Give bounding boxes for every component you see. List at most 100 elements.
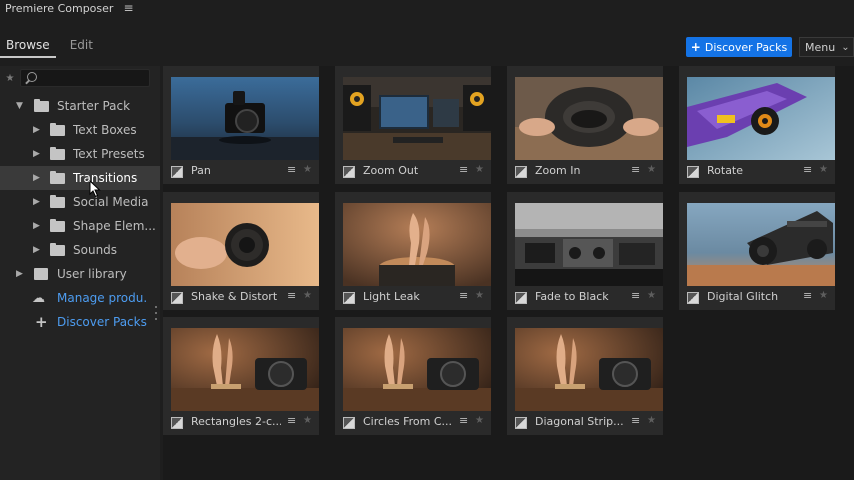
plus-icon: +	[35, 313, 48, 331]
preset-thumbnail[interactable]	[515, 77, 663, 160]
favorite-star-icon[interactable]: ★	[647, 415, 656, 426]
preset-checkbox[interactable]	[343, 166, 355, 178]
preset-thumbnail[interactable]	[171, 203, 319, 286]
discover-packs-link-label: Discover Packs	[57, 315, 147, 329]
preset-name: Rectangles 2-c...	[191, 415, 281, 428]
folder-icon	[50, 218, 65, 232]
favorite-star-icon[interactable]: ★	[303, 164, 312, 175]
preset-checkbox[interactable]	[343, 292, 355, 304]
preset-card-rectangles[interactable]: Rectangles 2-c... ≡ ★	[163, 317, 319, 435]
tree-item-text-boxes[interactable]: ▶ Text Boxes	[0, 118, 160, 142]
preset-checkbox[interactable]	[171, 417, 183, 429]
discover-packs-button[interactable]: + Discover Packs	[686, 37, 792, 57]
favorite-star-icon[interactable]: ★	[475, 164, 484, 175]
preset-card-shake-distort[interactable]: Shake & Distort ≡ ★	[163, 192, 319, 310]
tree-item-user-library[interactable]: ▶ User library	[0, 262, 160, 286]
tree-item-label: Transitions	[73, 171, 138, 185]
favorite-star-icon[interactable]: ★	[303, 290, 312, 301]
tree-item-text-presets[interactable]: ▶ Text Presets	[0, 142, 160, 166]
caret-right-icon[interactable]: ▶	[33, 173, 40, 183]
caret-right-icon[interactable]: ▶	[33, 125, 40, 135]
preset-thumbnail[interactable]	[515, 203, 663, 286]
preset-name: Light Leak	[363, 290, 420, 303]
favorite-star-icon[interactable]: ★	[819, 290, 828, 301]
search-row: ★	[0, 68, 160, 88]
preset-thumbnail[interactable]	[515, 328, 663, 411]
preset-name: Diagonal Strip...	[535, 415, 624, 428]
folder-icon	[50, 122, 65, 136]
preset-checkbox[interactable]	[515, 166, 527, 178]
caret-right-icon[interactable]: ▶	[33, 149, 40, 159]
panel-resize-handle[interactable]	[155, 306, 158, 320]
preset-name: Circles From C...	[363, 415, 453, 428]
preset-card-zoom-out[interactable]: Zoom Out ≡ ★	[335, 66, 491, 184]
discover-packs-link[interactable]: + Discover Packs	[0, 310, 160, 334]
preset-checkbox[interactable]	[171, 166, 183, 178]
tree-item-shape-elements[interactable]: ▶ Shape Elem...	[0, 214, 160, 238]
preset-card-rotate[interactable]: Rotate ≡ ★	[679, 66, 835, 184]
caret-right-icon[interactable]: ▶	[16, 269, 23, 279]
preset-thumbnail[interactable]	[687, 203, 835, 286]
preset-checkbox[interactable]	[515, 417, 527, 429]
tree-item-starter-pack[interactable]: ▼ Starter Pack	[0, 94, 160, 118]
preset-card-fade-to-black[interactable]: Fade to Black ≡ ★	[507, 192, 663, 310]
favorite-star-icon[interactable]: ★	[647, 290, 656, 301]
tree-item-label: Starter Pack	[57, 99, 131, 113]
preset-menu-icon[interactable]: ≡	[287, 289, 296, 302]
preset-thumbnail[interactable]	[343, 328, 491, 411]
preset-card-zoom-in[interactable]: Zoom In ≡ ★	[507, 66, 663, 184]
tree-item-label: Text Presets	[73, 147, 145, 161]
preset-thumbnail[interactable]	[687, 77, 835, 160]
preset-checkbox[interactable]	[687, 292, 699, 304]
preset-checkbox[interactable]	[515, 292, 527, 304]
preset-checkbox[interactable]	[343, 417, 355, 429]
tree-item-transitions[interactable]: ▶ Transitions	[0, 166, 160, 190]
favorite-star-icon[interactable]: ★	[819, 164, 828, 175]
preset-menu-icon[interactable]: ≡	[631, 289, 640, 302]
preset-menu-icon[interactable]: ≡	[631, 414, 640, 427]
caret-down-icon[interactable]: ▼	[16, 101, 23, 111]
preset-card-digital-glitch[interactable]: Digital Glitch ≡ ★	[679, 192, 835, 310]
preset-menu-icon[interactable]: ≡	[287, 414, 296, 427]
tree-item-label: Shape Elem...	[73, 219, 156, 233]
preset-card-light-leak[interactable]: Light Leak ≡ ★	[335, 192, 491, 310]
hamburger-menu-icon[interactable]: ≡	[123, 1, 133, 15]
caret-right-icon[interactable]: ▶	[33, 245, 40, 255]
search-box[interactable]	[20, 69, 150, 87]
caret-right-icon[interactable]: ▶	[33, 197, 40, 207]
library-tree: ▼ Starter Pack ▶ Text Boxes ▶ Text Prese…	[0, 94, 160, 334]
folder-icon	[50, 170, 65, 184]
preset-menu-icon[interactable]: ≡	[459, 163, 468, 176]
preset-menu-icon[interactable]: ≡	[631, 163, 640, 176]
preset-thumbnail[interactable]	[343, 77, 491, 160]
preset-checkbox[interactable]	[171, 292, 183, 304]
tab-edit[interactable]: Edit	[64, 36, 99, 58]
tree-item-social-media[interactable]: ▶ Social Media	[0, 190, 160, 214]
favorite-star-icon[interactable]: ★	[647, 164, 656, 175]
favorite-star-icon[interactable]: ★	[475, 290, 484, 301]
favorite-star-icon[interactable]: ★	[303, 415, 312, 426]
preset-thumbnail[interactable]	[171, 77, 319, 160]
tab-browse[interactable]: Browse	[0, 36, 56, 58]
menu-dropdown[interactable]: Menu ⌄	[799, 37, 854, 57]
preset-card-circles-from-center[interactable]: Circles From C... ≡ ★	[335, 317, 491, 435]
preset-menu-icon[interactable]: ≡	[459, 289, 468, 302]
preset-name: Pan	[191, 164, 211, 177]
preset-menu-icon[interactable]: ≡	[459, 414, 468, 427]
preset-menu-icon[interactable]: ≡	[803, 289, 812, 302]
preset-menu-icon[interactable]: ≡	[287, 163, 296, 176]
preset-menu-icon[interactable]: ≡	[803, 163, 812, 176]
search-input[interactable]	[43, 70, 143, 86]
preset-thumbnail[interactable]	[171, 328, 319, 411]
favorite-star-icon[interactable]: ★	[475, 415, 484, 426]
manage-products-link[interactable]: ☁ Manage produ...	[0, 286, 160, 310]
preset-card-pan[interactable]: Pan ≡ ★	[163, 66, 319, 184]
caret-right-icon[interactable]: ▶	[33, 221, 40, 231]
preset-card-diagonal-strip[interactable]: Diagonal Strip... ≡ ★	[507, 317, 663, 435]
tree-item-label: User library	[57, 267, 127, 281]
preset-thumbnail[interactable]	[343, 203, 491, 286]
preset-checkbox[interactable]	[687, 166, 699, 178]
favorites-filter-star-icon[interactable]: ★	[0, 73, 20, 84]
tree-item-sounds[interactable]: ▶ Sounds	[0, 238, 160, 262]
menu-label: Menu	[805, 40, 836, 54]
